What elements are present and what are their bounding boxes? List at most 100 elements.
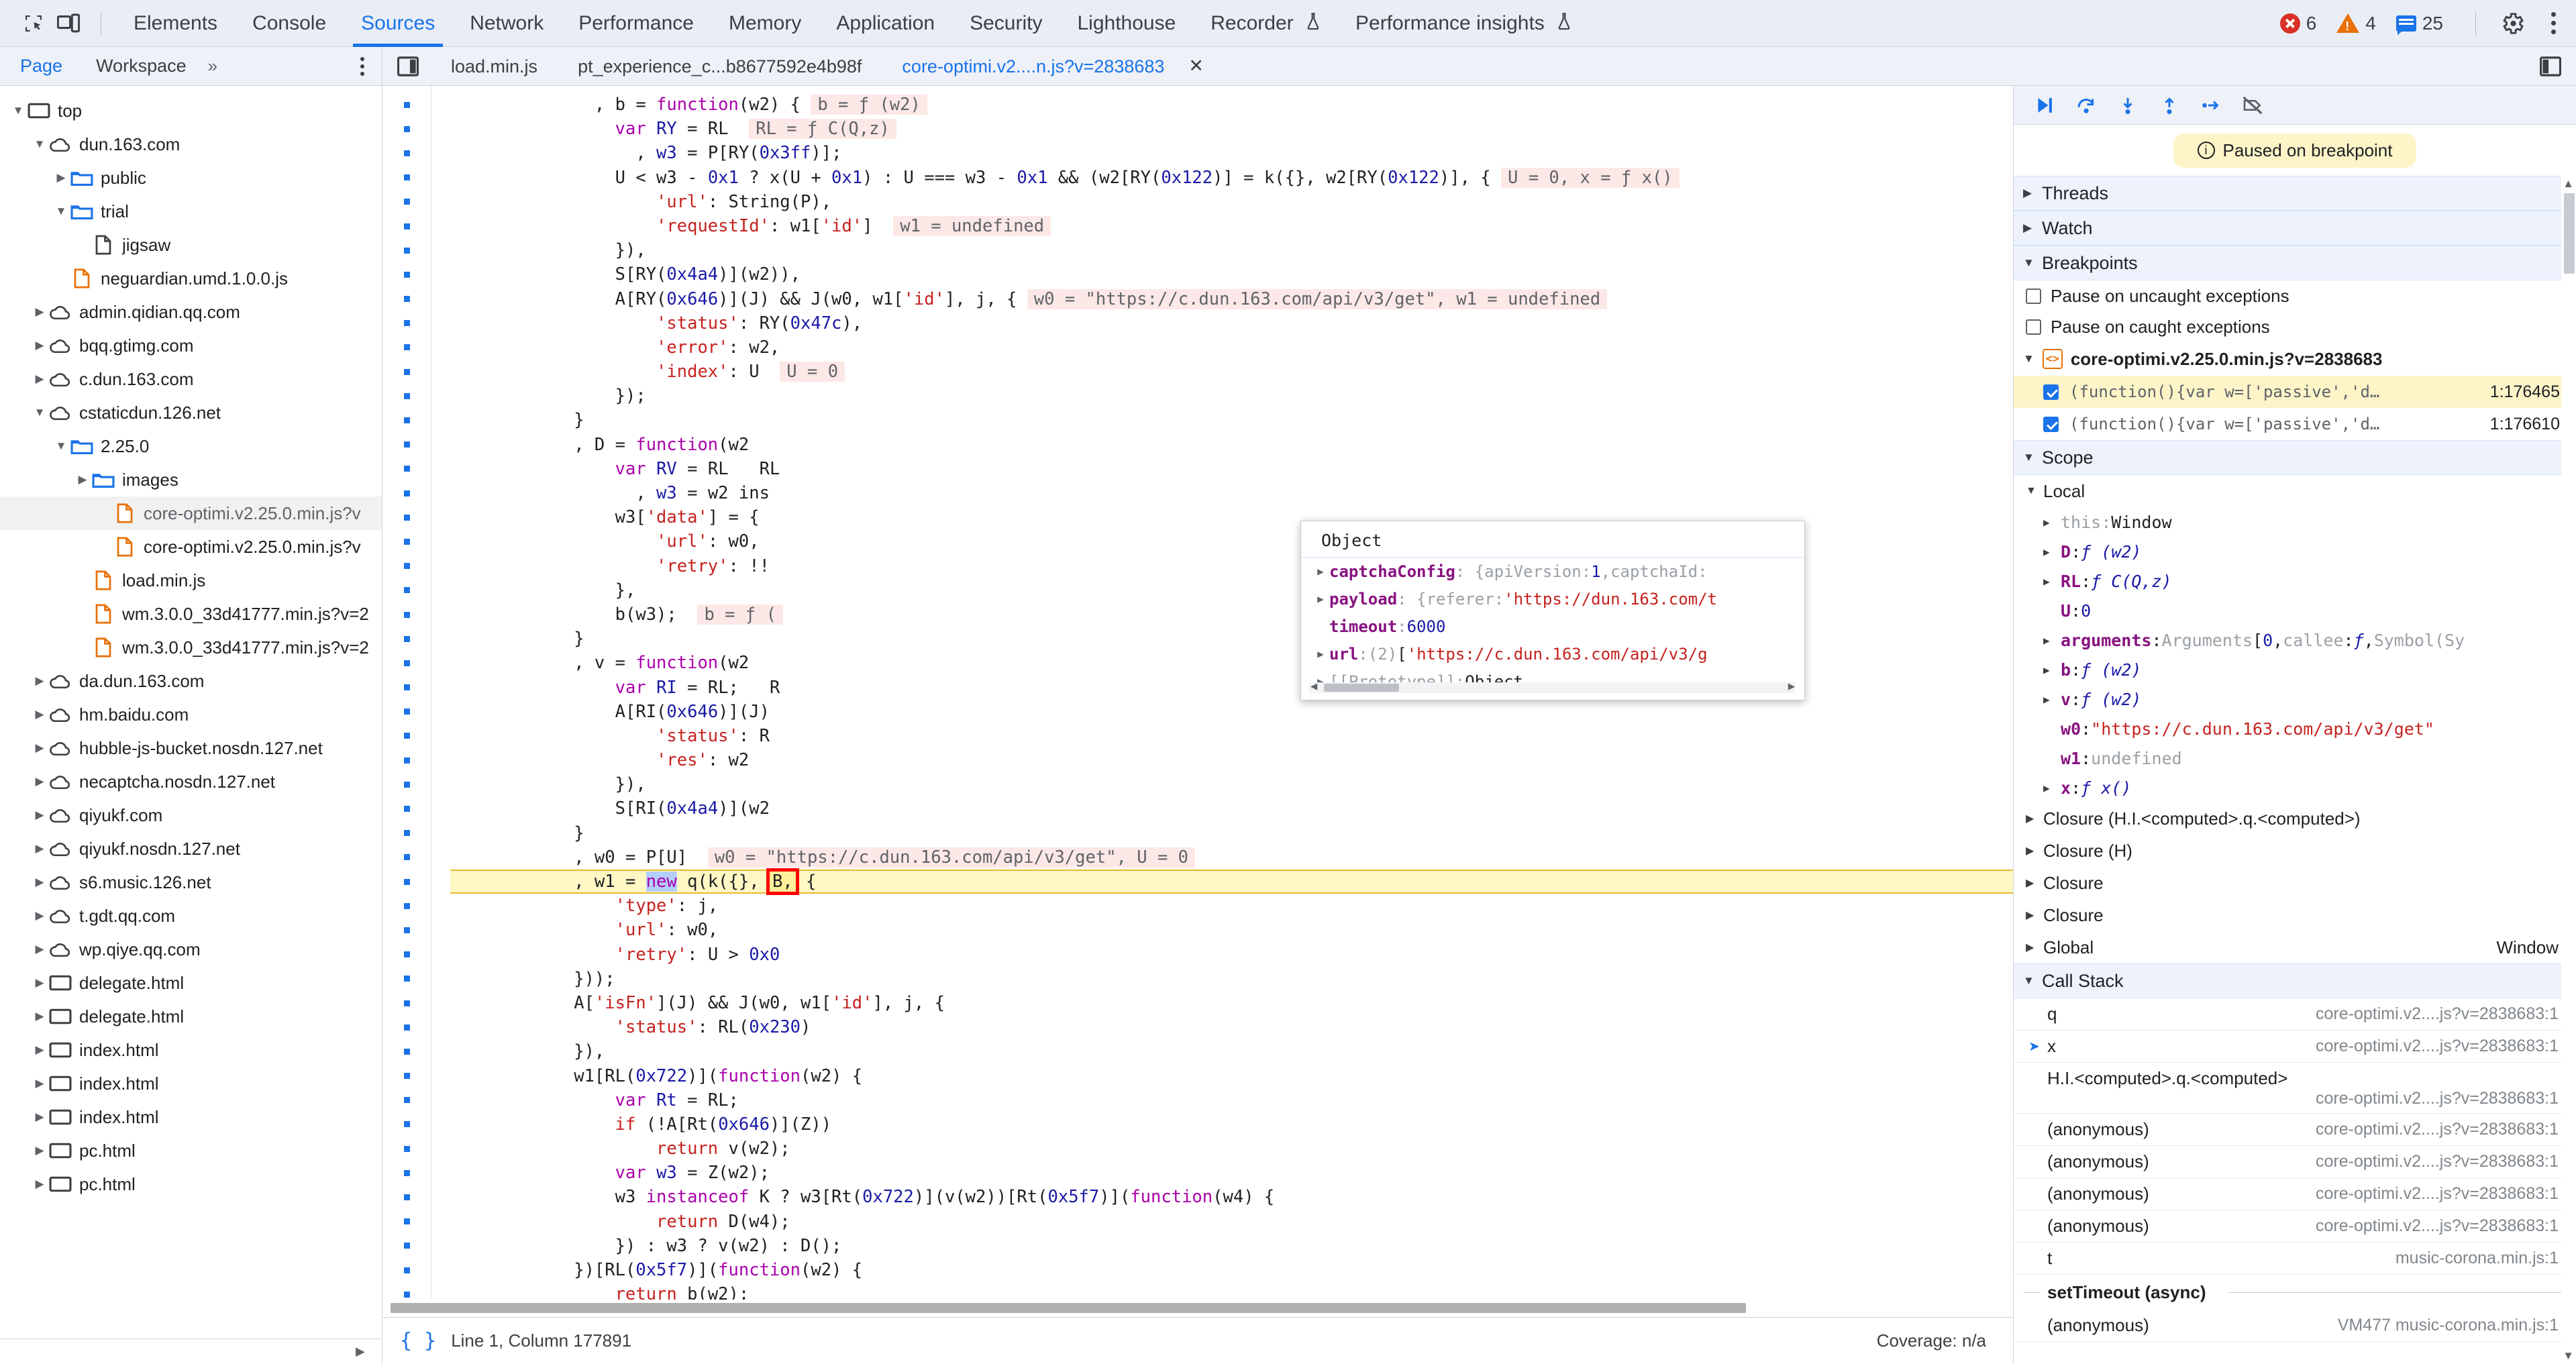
chevron-right-icon[interactable]: ▶ <box>1312 592 1329 605</box>
scope-variable-row[interactable]: ▶ arguments: Arguments [0, callee: ƒ, Sym… <box>2014 625 2576 655</box>
expand-sidebar-icon[interactable] <box>2540 56 2576 76</box>
tree-item[interactable]: ▶ pc.html <box>0 1167 382 1201</box>
scroll-left-icon[interactable]: ◀ <box>1310 680 1317 693</box>
gutter-marker[interactable] <box>382 384 431 408</box>
step-out-button[interactable] <box>2151 89 2188 121</box>
tree-item[interactable]: ▶ c.dun.163.com <box>0 362 382 396</box>
scroll-down-icon[interactable]: ▼ <box>2563 1349 2574 1363</box>
chevron-down-icon[interactable]: ▼ <box>2026 485 2043 497</box>
chevron-right-icon[interactable]: ▶ <box>31 1177 48 1191</box>
warning-count[interactable]: 4 <box>2336 13 2376 34</box>
scope-variable-row[interactable]: ▶ x: ƒ x() <box>2014 773 2576 802</box>
gutter-marker[interactable] <box>382 481 431 505</box>
chevron-right-icon[interactable]: ▶ <box>31 1043 48 1057</box>
gutter-marker[interactable] <box>382 433 431 457</box>
tab-sources[interactable]: Sources <box>344 0 452 47</box>
tree-item[interactable]: ▶ hm.baidu.com <box>0 698 382 731</box>
chevron-right-icon[interactable]: ▶ <box>2026 908 2043 922</box>
gutter-marker[interactable] <box>382 1282 431 1300</box>
chevron-right-icon[interactable]: ▶ <box>31 943 48 956</box>
pause-option-row[interactable]: Pause on uncaught exceptions <box>2014 280 2576 311</box>
chevron-right-icon[interactable]: ▶ <box>2023 187 2042 200</box>
tab-performance[interactable]: Performance <box>561 0 711 47</box>
gear-icon[interactable] <box>2495 6 2530 41</box>
chevron-down-icon[interactable]: ▼ <box>31 138 48 151</box>
gutter-marker[interactable] <box>382 190 431 214</box>
call-stack-frame[interactable]: ➤ x core-optimi.v2....js?v=2838683:1 <box>2014 1031 2576 1063</box>
call-stack-frame[interactable]: ➤(anonymous) core-optimi.v2....js?v=28386… <box>2014 1178 2576 1210</box>
gutter-marker[interactable] <box>382 311 431 335</box>
chevron-right-icon[interactable]: ▶ <box>31 1144 48 1157</box>
nav-tab-page[interactable]: Page <box>0 56 76 76</box>
chevron-down-icon[interactable]: ▼ <box>52 205 70 218</box>
chevron-right-icon[interactable]: ▶ <box>74 473 91 486</box>
chevron-right-icon[interactable]: ▶ <box>2026 812 2043 825</box>
gutter-marker[interactable] <box>382 1088 431 1112</box>
gutter-marker[interactable] <box>382 117 431 141</box>
gutter-marker[interactable] <box>382 894 431 918</box>
gutter-marker[interactable] <box>382 821 431 845</box>
tree-item[interactable]: ▶ index.html <box>0 1067 382 1100</box>
chevron-down-icon[interactable]: ▼ <box>2023 974 2042 988</box>
chevron-right-icon[interactable]: ▶ <box>31 842 48 855</box>
pretty-print-icon[interactable]: { } <box>400 1329 436 1353</box>
collapse-sidebar-icon[interactable] <box>382 56 431 76</box>
chevron-right-icon[interactable]: ▶ <box>31 1110 48 1124</box>
device-toolbar-icon[interactable] <box>51 6 86 41</box>
tree-item[interactable]: ▶ qiyukf.com <box>0 798 382 832</box>
tab-application[interactable]: Application <box>819 0 952 47</box>
gutter-marker[interactable] <box>382 1137 431 1161</box>
tree-item[interactable]: ▼ dun.163.com <box>0 127 382 161</box>
gutter-marker[interactable] <box>382 1185 431 1209</box>
popover-property-row[interactable]: ▶ payload: {referer: 'https://dun.163.com… <box>1301 585 1804 613</box>
tree-item[interactable]: ▶ pc.html <box>0 1134 382 1167</box>
tree-item[interactable]: ▶ da.dun.163.com <box>0 664 382 698</box>
gutter-marker[interactable] <box>382 1210 431 1234</box>
gutter-marker[interactable] <box>382 578 431 602</box>
gutter-marker[interactable] <box>382 1234 431 1258</box>
chevron-right-icon[interactable]: ▶ <box>2043 545 2061 558</box>
chevron-right-icon[interactable]: ▶ <box>1312 565 1329 578</box>
step-over-button[interactable] <box>2067 89 2105 121</box>
tree-item[interactable]: wm.3.0.0_33d41777.min.js?v=2 <box>0 597 382 631</box>
gutter-marker[interactable] <box>382 1015 431 1039</box>
scroll-up-icon[interactable]: ▲ <box>2563 177 2574 191</box>
chevron-down-icon[interactable]: ▼ <box>2023 451 2042 464</box>
call-stack-frame[interactable]: H.I.<computed>.q.<computed> core-optimi.v… <box>2014 1063 2576 1114</box>
editor-tab-pt-experience[interactable]: pt_experience_c...b8677592e4b98f <box>558 47 882 86</box>
gutter-marker[interactable] <box>382 1112 431 1137</box>
tree-item[interactable]: ▶ necaptcha.nosdn.127.net <box>0 765 382 798</box>
section-scope[interactable]: ▼ Scope <box>2014 440 2576 475</box>
scope-closure-row[interactable]: ▶ Global Window <box>2014 931 2576 963</box>
gutter-marker[interactable] <box>382 1161 431 1185</box>
scope-closure-row[interactable]: ▶ Closure <box>2014 867 2576 899</box>
section-threads[interactable]: ▶ Threads <box>2014 176 2576 211</box>
chevron-double-right-icon[interactable]: » <box>200 56 223 76</box>
tree-item[interactable]: ▼ 2.25.0 <box>0 429 382 463</box>
breakpoint-file-row[interactable]: ▼ <> core-optimi.v2.25.0.min.js?v=2838683 <box>2014 342 2576 376</box>
gutter-marker[interactable] <box>382 651 431 675</box>
gutter-marker[interactable] <box>382 748 431 772</box>
tree-item[interactable]: ▼ top <box>0 94 382 127</box>
scope-variable-row[interactable]: ▶ v: ƒ (w2) <box>2014 684 2576 714</box>
gutter-marker[interactable] <box>382 943 431 967</box>
editor-tab-load-min-js[interactable]: load.min.js <box>431 47 558 86</box>
gutter-marker[interactable] <box>382 627 431 651</box>
gutter-marker[interactable] <box>382 141 431 165</box>
gutter-marker[interactable] <box>382 287 431 311</box>
step-into-button[interactable] <box>2109 89 2147 121</box>
scope-closure-row[interactable]: ▶ Closure (H.I.<computed>.q.<computed>) <box>2014 802 2576 835</box>
tree-item[interactable]: ▶ t.gdt.qq.com <box>0 899 382 933</box>
gutter-marker[interactable] <box>382 93 431 117</box>
tab-performance-insights[interactable]: Performance insights <box>1338 0 1589 47</box>
navigator-kebab-menu-icon[interactable] <box>360 56 382 76</box>
chevron-right-icon[interactable]: ▶ <box>52 171 70 185</box>
gutter-marker[interactable] <box>382 967 431 991</box>
call-stack-frame[interactable]: ➤t music-corona.min.js:1 <box>2014 1243 2576 1275</box>
scrollbar-thumb[interactable] <box>2564 193 2575 274</box>
tree-item[interactable]: load.min.js <box>0 564 382 597</box>
gutter-marker[interactable] <box>382 335 431 360</box>
scope-variable-row[interactable]: w0: "https://c.dun.163.com/api/v3/get" <box>2014 714 2576 743</box>
chevron-right-icon[interactable]: ▶ <box>356 1345 365 1359</box>
gutter-marker[interactable] <box>382 360 431 384</box>
